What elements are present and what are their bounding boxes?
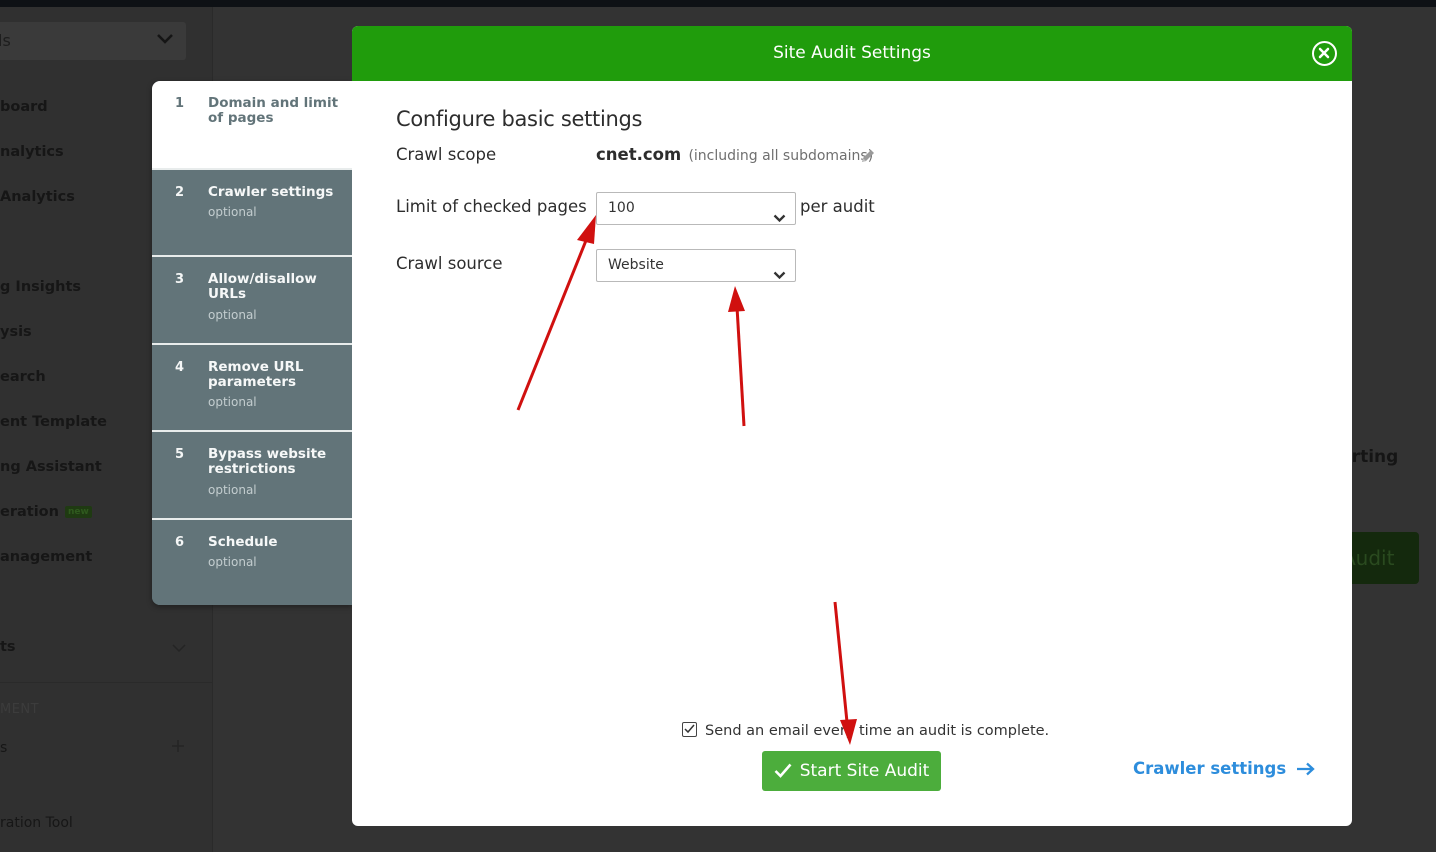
step-title: Allow/disallow URLs: [208, 271, 317, 302]
arrow-right-icon: [1296, 761, 1316, 780]
step-subtitle: optional: [208, 483, 257, 497]
steps-panel: 1 Domain and limit of pages 2 Crawler se…: [152, 81, 353, 605]
sidebar-project-select[interactable]: ls: [0, 22, 186, 60]
sidebar-collapsible[interactable]: ts: [0, 639, 16, 655]
plus-icon[interactable]: [171, 737, 185, 758]
step-number: 2: [175, 185, 185, 200]
step-number: 3: [175, 272, 185, 287]
sidebar-divider: [0, 682, 213, 683]
crawl-scope-value: cnet.com (including all subdomains): [596, 145, 873, 164]
step-number: 1: [175, 96, 185, 111]
step-title: Crawler settings: [208, 184, 334, 200]
step-crawler-settings[interactable]: 2 Crawler settings optional: [152, 170, 353, 257]
step-remove-url-parameters[interactable]: 4 Remove URL parameters optional: [152, 345, 353, 432]
chevron-down-icon: [773, 261, 786, 292]
crawl-source-value: Website: [608, 257, 664, 273]
chevron-down-icon: [773, 204, 786, 235]
sidebar-item[interactable]: s: [0, 740, 7, 756]
step-bypass-website-restrictions[interactable]: 5 Bypass website restrictions optional: [152, 432, 353, 520]
chevron-down-icon[interactable]: [172, 637, 186, 658]
close-icon: [1318, 47, 1330, 59]
sidebar-item-label: eration: [0, 504, 59, 520]
top-bar: [0, 0, 1436, 7]
step-subtitle: optional: [208, 395, 257, 409]
crawl-scope-domain: cnet.com: [596, 145, 682, 164]
email-checkbox[interactable]: [682, 722, 697, 737]
crawler-settings-link[interactable]: Crawler settings: [1133, 759, 1316, 780]
limit-pages-value: 100: [608, 200, 635, 216]
limit-pages-label: Limit of checked pages: [396, 197, 587, 216]
chevron-down-icon: [156, 22, 174, 60]
sidebar-item[interactable]: eration new: [0, 504, 92, 520]
sidebar-item[interactable]: ration Tool: [0, 815, 73, 831]
crawl-source-select[interactable]: Website: [596, 249, 796, 282]
step-number: 6: [175, 535, 185, 550]
start-site-audit-label: Start Site Audit: [799, 761, 930, 781]
step-title: Bypass website restrictions: [208, 446, 327, 477]
sidebar-item[interactable]: nalytics: [0, 144, 64, 160]
email-checkbox-label: Send an email every time an audit is com…: [705, 723, 1050, 739]
start-site-audit-button[interactable]: Start Site Audit: [762, 751, 941, 791]
crawl-scope-label: Crawl scope: [396, 145, 497, 164]
close-button[interactable]: [1312, 41, 1337, 66]
modal-header: Site Audit Settings: [352, 26, 1352, 81]
step-schedule[interactable]: 6 Schedule optional: [152, 520, 353, 605]
step-allow-disallow-urls[interactable]: 3 Allow/disallow URLs optional: [152, 257, 353, 345]
check-icon: [774, 753, 792, 793]
checkmark-icon: [684, 724, 695, 734]
step-title: Schedule: [208, 534, 278, 550]
sidebar-item[interactable]: g Insights: [0, 279, 81, 295]
section-heading: Configure basic settings: [396, 107, 643, 131]
sidebar-item[interactable]: board: [0, 99, 48, 115]
site-audit-settings-modal: Site Audit Settings Configure basic sett…: [352, 26, 1352, 826]
crawl-scope-note: (including all subdomains): [688, 148, 874, 164]
step-title: Domain and limit of pages: [208, 95, 339, 126]
sidebar-item[interactable]: Analytics: [0, 189, 75, 205]
sidebar-select-label: ls: [0, 31, 11, 50]
step-title: Remove URL parameters: [208, 359, 304, 390]
step-domain-and-limit[interactable]: 1 Domain and limit of pages: [152, 81, 353, 170]
step-number: 4: [175, 360, 185, 375]
sidebar-item[interactable]: ng Assistant: [0, 459, 102, 475]
crawl-source-label: Crawl source: [396, 254, 503, 273]
per-audit-label: per audit: [800, 197, 875, 216]
pencil-icon[interactable]: [859, 147, 877, 169]
sidebar-item[interactable]: ent Template: [0, 414, 107, 430]
sidebar-item[interactable]: earch: [0, 369, 46, 385]
crawler-settings-label: Crawler settings: [1133, 759, 1287, 778]
modal-title: Site Audit Settings: [773, 43, 931, 63]
sidebar-item[interactable]: anagement: [0, 549, 92, 565]
limit-pages-select[interactable]: 100: [596, 192, 796, 225]
new-badge: new: [64, 506, 92, 518]
email-notification-option[interactable]: Send an email every time an audit is com…: [682, 722, 1049, 739]
step-subtitle: optional: [208, 555, 257, 569]
step-subtitle: optional: [208, 205, 257, 219]
step-number: 5: [175, 447, 185, 462]
sidebar-section-label: MENT: [0, 702, 40, 717]
step-subtitle: optional: [208, 308, 257, 322]
sidebar-item[interactable]: ysis: [0, 324, 32, 340]
